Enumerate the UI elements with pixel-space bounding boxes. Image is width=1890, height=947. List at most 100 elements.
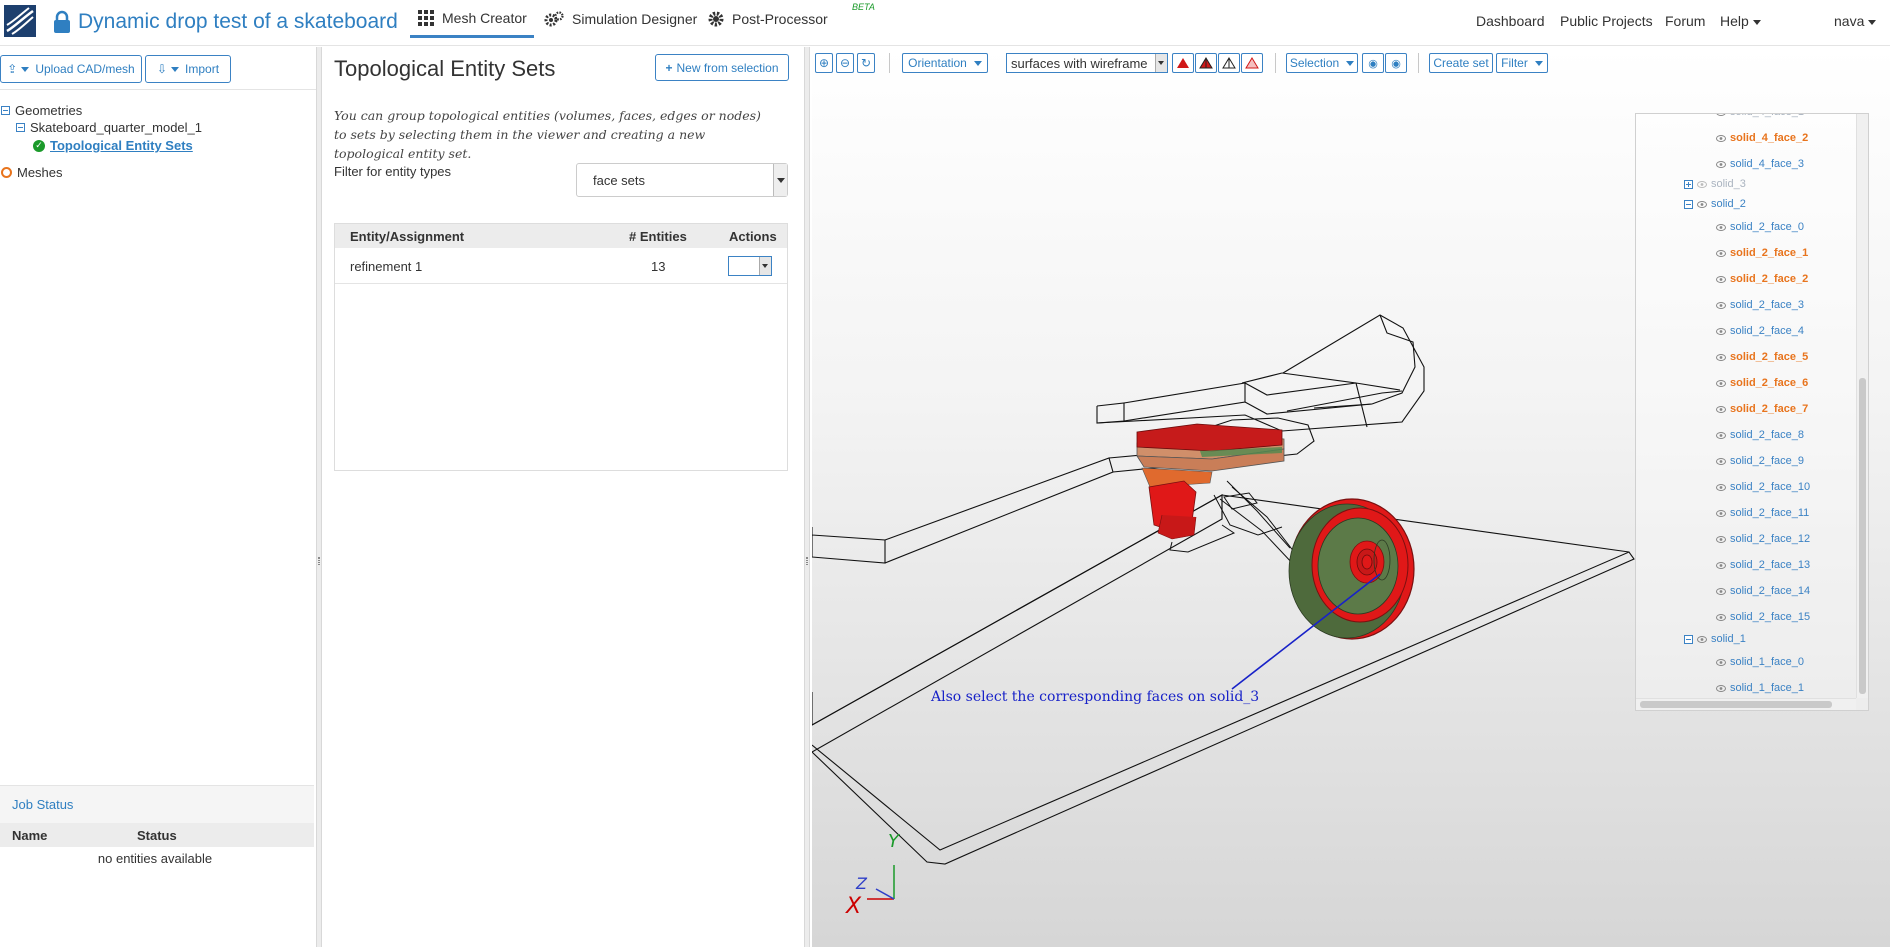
nav-dashboard-link[interactable]: Dashboard	[1476, 13, 1545, 29]
user-name: nava	[1834, 13, 1865, 29]
collapse-icon[interactable]	[16, 123, 25, 132]
hide-selected-button[interactable]: ◉	[1362, 53, 1384, 73]
eye-icon[interactable]	[1716, 249, 1726, 257]
zoom-in-button[interactable]: ⊕	[815, 53, 833, 73]
show-all-button[interactable]: ◉	[1385, 53, 1407, 73]
job-status-title[interactable]: Job Status	[0, 785, 314, 823]
eye-icon[interactable]	[1697, 200, 1707, 208]
entity-type-filter-select[interactable]: face sets	[576, 163, 788, 197]
tab-post-processor[interactable]: Post-Processor	[708, 0, 828, 38]
geometry-tree-panel[interactable]: solid_4_face_1 solid_4_face_2 solid_4_fa…	[1635, 113, 1869, 711]
tree-item-solid-2-face-3[interactable]: solid_2_face_3	[1716, 299, 1804, 311]
tree-item-solid-2-face-10[interactable]: solid_2_face_10	[1716, 481, 1810, 493]
tree-item-solid-1-face-0[interactable]: solid_1_face_0	[1716, 656, 1804, 668]
eye-icon[interactable]	[1716, 535, 1726, 543]
new-from-selection-button[interactable]: + New from selection	[655, 54, 789, 81]
eye-icon[interactable]	[1697, 180, 1707, 188]
eye-icon[interactable]	[1716, 327, 1726, 335]
create-set-button[interactable]: Create set	[1429, 53, 1493, 73]
eye-icon[interactable]	[1716, 483, 1726, 491]
tree-item-solid-2-face-11[interactable]: solid_2_face_11	[1716, 507, 1809, 519]
collapse-icon[interactable]	[1, 106, 10, 115]
tab-simulation-designer[interactable]: Simulation Designer	[544, 0, 697, 38]
transparent-mode-button[interactable]	[1241, 53, 1263, 73]
tree-item-solid-2-face-1[interactable]: solid_2_face_1	[1716, 247, 1808, 259]
render-mode-select[interactable]: surfaces with wireframe	[1006, 53, 1168, 73]
filter-dropdown[interactable]: Filter	[1496, 53, 1548, 73]
tree-item-solid-2-face-13[interactable]: solid_2_face_13	[1716, 559, 1810, 571]
eye-icon[interactable]	[1716, 457, 1726, 465]
tree-item-solid-4-face-1[interactable]: solid_4_face_1	[1716, 113, 1804, 118]
tree-item-solid-2-face-12[interactable]: solid_2_face_12	[1716, 533, 1810, 545]
eye-icon[interactable]	[1716, 301, 1726, 309]
tree-item-solid-2-face-9[interactable]: solid_2_face_9	[1716, 455, 1804, 467]
3d-viewer[interactable]: Also select the corresponding faces on s…	[812, 47, 1890, 947]
tree-horizontal-scrollbar[interactable]	[1636, 698, 1856, 710]
tree-item-solid-2-face-7[interactable]: solid_2_face_7	[1716, 403, 1808, 415]
tree-item-solid-2-face-0[interactable]: solid_2_face_0	[1716, 221, 1804, 233]
truck-assembly[interactable]	[1136, 423, 1299, 566]
tree-item-solid-2-face-6[interactable]: solid_2_face_6	[1716, 377, 1808, 389]
tab-mesh-creator[interactable]: Mesh Creator	[410, 0, 534, 38]
eye-icon[interactable]	[1716, 658, 1726, 666]
import-button[interactable]: ⇩ Import	[145, 55, 231, 83]
scrollbar-thumb[interactable]	[1640, 701, 1832, 708]
eye-icon[interactable]	[1716, 509, 1726, 517]
tree-item-solid-1-face-1[interactable]: solid_1_face_1	[1716, 682, 1804, 694]
tree-item-solid-4-face-2[interactable]: solid_4_face_2	[1716, 132, 1808, 144]
surface-mode-button[interactable]	[1172, 53, 1194, 73]
tree-item-solid-2-face-4[interactable]: solid_2_face_4	[1716, 325, 1804, 337]
tree-item-meshes[interactable]: Meshes	[1, 165, 63, 180]
eye-icon[interactable]	[1716, 275, 1726, 283]
zoom-out-button[interactable]: ⊖	[836, 53, 854, 73]
tree-item-solid-4-face-3[interactable]: solid_4_face_3	[1716, 158, 1804, 170]
user-menu[interactable]: nava	[1834, 13, 1877, 29]
actions-select[interactable]	[728, 256, 772, 276]
eye-icon[interactable]	[1716, 405, 1726, 413]
eye-icon[interactable]	[1716, 160, 1726, 168]
tree-item-geometries[interactable]: Geometries	[1, 103, 82, 118]
tree-item-solid-3[interactable]: solid_3	[1684, 178, 1746, 190]
nav-forum-link[interactable]: Forum	[1665, 13, 1705, 29]
tree-vertical-scrollbar[interactable]	[1856, 114, 1868, 698]
tree-item-model[interactable]: Skateboard_quarter_model_1	[16, 120, 202, 135]
wireframe-surface-button[interactable]	[1195, 53, 1217, 73]
tree-item-entity-sets[interactable]: ✓ Topological Entity Sets	[33, 138, 193, 153]
orientation-dropdown[interactable]: Orientation	[902, 53, 988, 73]
eye-icon[interactable]	[1697, 635, 1707, 643]
collapse-icon[interactable]	[1684, 634, 1693, 644]
eye-icon[interactable]	[1716, 379, 1726, 387]
tree-item-solid-1[interactable]: solid_1	[1684, 633, 1746, 645]
eye-icon[interactable]	[1716, 134, 1726, 142]
eye-icon[interactable]	[1716, 431, 1726, 439]
eye-icon[interactable]	[1716, 613, 1726, 621]
eye-icon[interactable]	[1716, 587, 1726, 595]
tree-item-solid-2-face-2[interactable]: solid_2_face_2	[1716, 273, 1808, 285]
tree-item-solid-2[interactable]: solid_2	[1684, 198, 1746, 210]
panel-splitter[interactable]	[804, 47, 810, 947]
eye-icon[interactable]	[1716, 223, 1726, 231]
nav-help-menu[interactable]: Help	[1720, 13, 1761, 29]
expand-icon[interactable]	[1684, 179, 1693, 189]
tree-item-solid-2-face-5[interactable]: solid_2_face_5	[1716, 351, 1808, 363]
scrollbar-thumb[interactable]	[1859, 378, 1866, 694]
collapse-icon[interactable]	[1684, 199, 1693, 209]
eye-icon[interactable]	[1716, 684, 1726, 692]
simscale-logo-icon[interactable]	[4, 5, 36, 37]
eye-icon[interactable]	[1716, 353, 1726, 361]
project-title[interactable]: Dynamic drop test of a skateboard	[78, 10, 398, 34]
tree-item-solid-2-face-15[interactable]: solid_2_face_15	[1716, 611, 1810, 623]
eye-icon[interactable]	[1716, 113, 1726, 116]
chevron-down-icon	[1346, 60, 1355, 66]
wheel[interactable]	[1288, 498, 1415, 640]
selection-dropdown[interactable]: Selection	[1286, 53, 1358, 73]
table-row[interactable]: refinement 1 13	[335, 248, 787, 284]
tree-item-solid-2-face-14[interactable]: solid_2_face_14	[1716, 585, 1810, 597]
reset-view-button[interactable]: ↻	[857, 53, 875, 73]
wireframe-mode-button[interactable]	[1218, 53, 1240, 73]
eye-icon[interactable]	[1716, 561, 1726, 569]
nav-public-projects-link[interactable]: Public Projects	[1560, 13, 1653, 29]
upload-cad-button[interactable]: ⇪ Upload CAD/mesh	[0, 55, 142, 83]
tree-label: solid_2_face_1	[1730, 247, 1809, 259]
tree-item-solid-2-face-8[interactable]: solid_2_face_8	[1716, 429, 1804, 441]
